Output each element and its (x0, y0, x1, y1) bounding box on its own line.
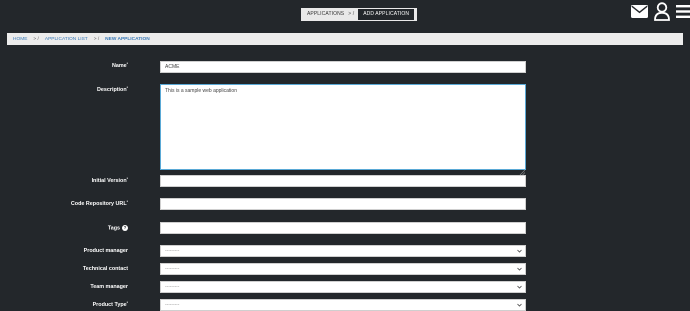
breadcrumb-current: NEW APPLICATION (105, 36, 150, 42)
product-type-select[interactable]: --------- (160, 299, 526, 311)
description-label: Description* (96, 86, 128, 93)
product-manager-select[interactable]: --------- (160, 245, 526, 257)
team-manager-label: Team manager (90, 284, 128, 290)
breadcrumb-separator: > / (33, 36, 39, 42)
technical-contact-label: Technical contact (82, 266, 128, 272)
tags-input[interactable] (160, 222, 526, 234)
product-type-label: Product Type* (92, 301, 128, 308)
breadcrumb-home[interactable]: HOME (13, 37, 27, 42)
user-icon[interactable] (654, 2, 670, 21)
initial-version-input[interactable] (160, 175, 526, 187)
hamburger-menu-icon[interactable] (676, 4, 690, 19)
envelope-icon[interactable] (631, 5, 648, 18)
top-breadcrumb-add-application: ADD APPLICATION (358, 9, 415, 20)
name-input[interactable] (160, 61, 526, 73)
top-bar: APPLICATIONS > / ADD APPLICATION (0, 0, 690, 30)
top-breadcrumb: APPLICATIONS > / ADD APPLICATION (301, 8, 418, 21)
chevron-down-icon (517, 249, 522, 255)
description-textarea[interactable]: This is a sample web application (160, 84, 526, 170)
chevron-down-icon (517, 285, 522, 291)
initial-version-label: Initial Version* (91, 177, 128, 184)
chevron-down-icon (517, 303, 522, 309)
breadcrumb: HOME > / APPLICATION LIST > / NEW APPLIC… (7, 33, 683, 45)
breadcrumb-separator: > / (93, 36, 100, 42)
technical-contact-select[interactable]: --------- (160, 263, 526, 275)
tags-label: Tags? (107, 225, 128, 232)
team-manager-select[interactable]: --------- (160, 281, 526, 293)
code-repository-url-input[interactable] (160, 198, 526, 210)
top-breadcrumb-separator: > / (348, 11, 355, 17)
chevron-down-icon (517, 267, 522, 273)
product-manager-label: Product manager (83, 248, 128, 254)
breadcrumb-application-list[interactable]: APPLICATION LIST (45, 37, 88, 42)
help-icon[interactable]: ? (122, 225, 128, 231)
name-label: Name* (111, 62, 128, 69)
top-breadcrumb-applications[interactable]: APPLICATIONS (307, 8, 344, 21)
code-repository-url-label: Code Repository URL* (70, 200, 128, 207)
